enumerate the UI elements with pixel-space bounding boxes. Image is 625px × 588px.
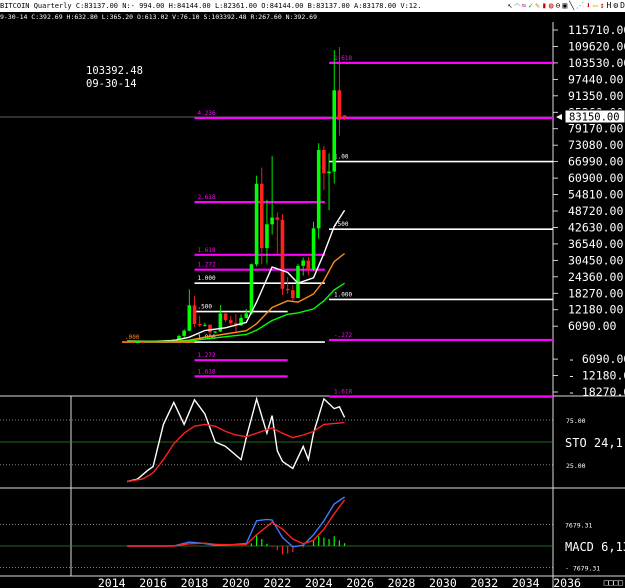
last-price-label: 83150.00 [569,112,620,124]
fib-level-label: 1.618 [334,389,352,396]
fib-level-label: 1.272 [198,262,216,269]
candle-body [187,305,192,331]
candle-body [311,228,316,270]
price-tick-label: 18270.00 [568,286,623,300]
candle-body [342,115,347,119]
candle-body [208,324,212,333]
price-tick-label: 79170.00 [568,122,623,136]
candle-body [316,149,321,229]
price-tick-label: 42630.00 [568,220,623,234]
price-tick-label: 60900.00 [568,171,623,185]
candle-body [337,90,342,120]
time-tick-label: 2032 [470,576,498,588]
candle-body [285,288,290,291]
macd-tick-label: - 7679.31 [565,565,600,573]
bottom-toolbar: □□□□ [604,578,623,587]
time-tick-label: 2014 [98,576,126,588]
candle-body [223,313,228,321]
candle-body [270,217,274,225]
fib-level-label: 4.236 [198,110,216,117]
price-tick-label: 30450.00 [568,253,623,267]
candle-body [135,341,140,343]
candle-body [228,320,233,324]
price-tick-label: 6090.00 [568,319,617,333]
macd-tick-label: 7679.31 [565,521,592,529]
annotation-value: 103392.48 [86,65,143,77]
candle-body [249,264,254,314]
sto-label: STO 24,1 [565,436,623,450]
price-tick-label: 103530.00 [568,56,625,70]
fib-level-label: 1.618 [334,55,352,62]
fib-level-label: 1.000 [198,275,216,282]
last-price-arrow-icon [556,114,562,120]
fib-level-label: 1.618 [198,368,216,375]
candle-body [327,171,331,174]
price-tick-label: 97440.00 [568,72,623,86]
fib-level-label: .500 [198,304,213,311]
time-tick-label: 2018 [181,576,209,588]
candle-body [259,183,264,249]
candle-body [254,183,259,265]
price-tick-label: 48720.00 [568,204,623,218]
candle-body [213,331,217,333]
fib-level-label: .000 [125,334,140,341]
candle-body [192,305,197,324]
candle-body [322,149,326,174]
price-tick-label: 91350.00 [568,89,623,103]
time-tick-label: 2024 [305,576,333,588]
candle-body [306,260,311,270]
time-tick-label: 2030 [429,576,457,588]
price-tick-label: - 18270.00 [568,385,625,399]
price-tick-label: 66990.00 [568,155,623,169]
sto-series-line [127,421,345,483]
price-tick-label: 36540.00 [568,237,623,251]
sto-tick-label: 25.00 [566,462,586,470]
time-tick-label: 2016 [139,576,167,588]
price-tick-label: - 12180.00 [568,369,625,383]
fib-level-label: 1.000 [334,291,352,298]
price-tick-label: 109620.00 [568,39,625,53]
fib-level-label: 1.272 [198,352,216,359]
last-price-tag: 83150.00 [556,109,625,124]
time-tick-label: 2026 [346,576,374,588]
macd-label: MACD 6,13 [565,540,625,554]
price-tick-label: 73080.00 [568,138,623,152]
candle-body [182,330,186,336]
candle-body [197,323,202,326]
time-tick-label: 2028 [388,576,416,588]
candle-body [244,313,249,318]
candle-body [275,217,280,220]
candle-body [280,219,285,289]
candle-body [301,260,305,266]
time-tick-label: 2020 [222,576,250,588]
fib-level-label: -.272 [334,332,352,339]
box-icon[interactable]: □ [618,578,623,587]
time-tick-label: 2036 [553,576,581,588]
sto-series-line [127,396,346,483]
price-tick-label: - 6090.00 [568,352,625,366]
macd-series-line [127,499,346,547]
candle-body [265,224,269,249]
price-tick-label: 12180.00 [568,303,623,317]
price-tick-label: 115710.00 [568,23,625,37]
annotation-date: 09-30-14 [86,78,137,90]
time-tick-label: 2034 [512,576,540,588]
price-tick-label: 24360.00 [568,270,623,284]
macd-series-line [127,496,345,548]
price-chart[interactable]: 1.618 4.236 1.00 2.618 .500 1.618 1.272 1.000 1.… [0,0,625,588]
candle-body [203,324,207,326]
price-tick-label: 54810.00 [568,188,623,202]
candle-body [332,90,337,172]
fib-level-label: 1.618 [198,247,216,254]
candle-body [291,290,295,299]
fib-level-label: 1.00 [334,154,349,161]
time-tick-label: 2022 [263,576,291,588]
sto-tick-label: 75.00 [566,417,586,425]
fib-level-label: 2.618 [198,194,216,201]
